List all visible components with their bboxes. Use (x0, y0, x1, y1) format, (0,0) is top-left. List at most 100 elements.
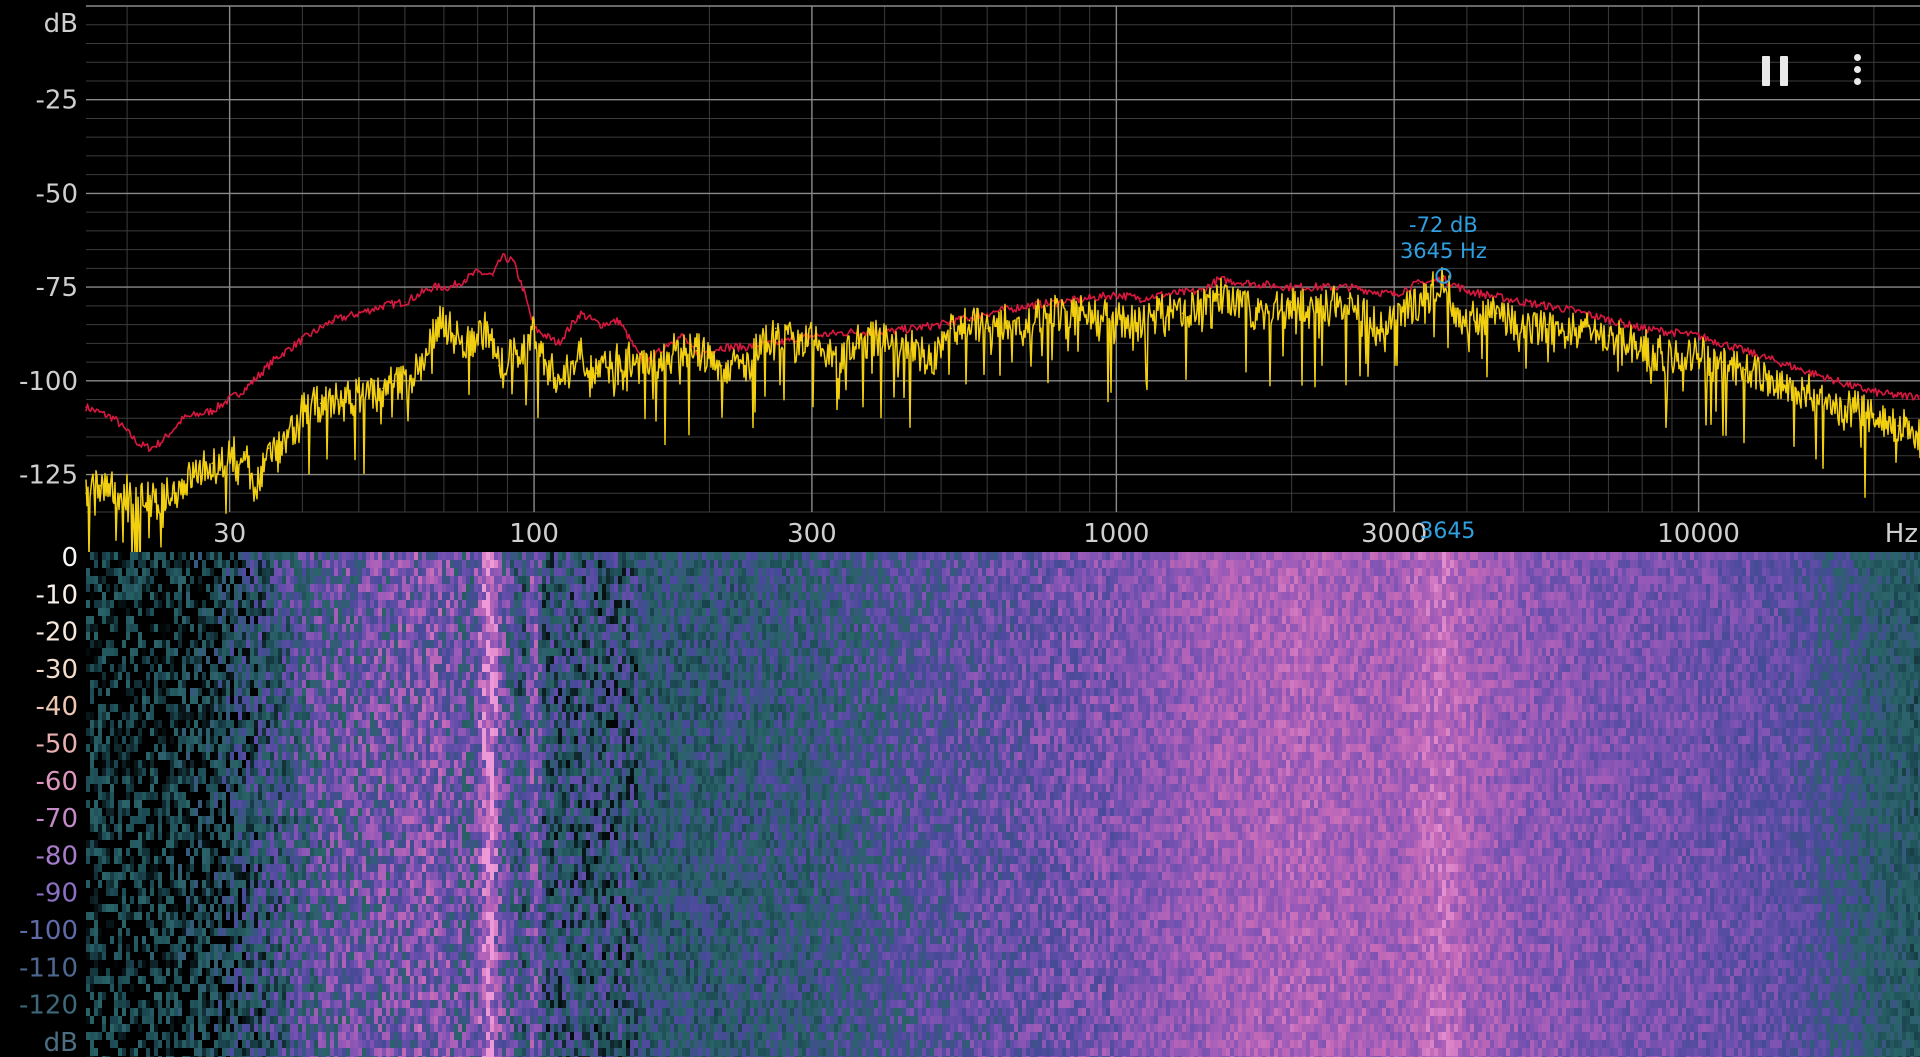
spectrogram-cell (86, 816, 90, 824)
spectrogram-cell (94, 640, 98, 648)
spectrogram-cell (102, 992, 106, 1000)
spectrum-point (229, 455, 231, 457)
spectrogram-cell (98, 960, 102, 968)
spectrogram-cell (98, 864, 102, 872)
spectrogram-cell (122, 640, 126, 648)
spectrogram-cell (106, 880, 110, 888)
spectrogram-cell (146, 664, 150, 672)
spectrum-point (940, 324, 942, 326)
spectrogram-cell (86, 608, 90, 616)
spectrogram-cell (130, 720, 134, 728)
spectrogram-cell (106, 776, 110, 784)
spectrogram-cell (154, 920, 158, 928)
spectrogram-cell (110, 872, 114, 880)
spectrogram-cell (98, 696, 102, 704)
spectrogram-cell (122, 624, 126, 632)
spectrogram-cell (154, 800, 158, 808)
spectrogram-cell (146, 920, 150, 928)
spectrogram-cell (134, 824, 138, 832)
spectrogram-cell (134, 856, 138, 864)
spectrogram-cell (90, 832, 94, 840)
spectrogram-cell (122, 1048, 126, 1056)
spectrogram-cell (90, 640, 94, 648)
spectrogram-cell (102, 896, 106, 904)
spectrogram-cell (138, 904, 142, 912)
spectrogram-cell (98, 568, 102, 576)
spectrogram-cell (98, 760, 102, 768)
spectrogram-cell (154, 792, 158, 800)
spectrogram-cell (90, 896, 94, 904)
spectrum-y-tick-label: -125 (19, 461, 78, 491)
spectrogram-cell (86, 696, 90, 704)
spectrogram-cell (142, 1008, 146, 1016)
spectrum-point (1744, 350, 1746, 352)
spectrogram-cell (126, 1016, 130, 1024)
spectrum-point (523, 290, 525, 292)
spectrogram-cell (138, 1000, 142, 1008)
spectrogram-cell (134, 616, 138, 624)
spectrogram-cell (142, 904, 146, 912)
spectrogram-cell (114, 832, 118, 840)
spectrogram-cell (154, 976, 158, 984)
spectrum-point (562, 380, 564, 382)
spectrogram-cell (110, 896, 114, 904)
spectrum-x-unit: Hz (1885, 519, 1918, 549)
spectrogram-cell (118, 832, 122, 840)
spectrum-point (1089, 309, 1091, 311)
spectrogram-cell (138, 576, 142, 584)
spectrogram-cell (102, 832, 106, 840)
spectrogram-cell (154, 648, 158, 656)
spectrogram-cell (142, 976, 146, 984)
spectrogram-cell (86, 568, 90, 576)
spectrogram-cell (110, 784, 114, 792)
spectrogram-cell (114, 856, 118, 864)
spectrum-point (1800, 369, 1802, 371)
spectrogram-cell (86, 968, 90, 976)
spectrogram-cell (130, 1040, 134, 1048)
spectrogram-cell (98, 816, 102, 824)
spectrogram-cell (126, 584, 130, 592)
spectrogram-cell (130, 888, 134, 896)
spectrogram-cell (122, 912, 126, 920)
spectrogram-cell (98, 656, 102, 664)
spectrum-point (1453, 305, 1455, 307)
spectrogram-cell (90, 632, 94, 640)
spectrogram-cell (118, 944, 122, 952)
spectrum-point (636, 361, 638, 363)
spectrogram-cell (150, 800, 154, 808)
spectrogram-cell (102, 1032, 106, 1040)
spectrogram-cell (134, 592, 138, 600)
spectrogram-cell (138, 872, 142, 880)
spectrogram-cell (130, 864, 134, 872)
spectrogram-cell (150, 1048, 154, 1056)
spectrogram-cell (130, 824, 134, 832)
spectrogram-cell (102, 648, 106, 656)
spectrogram-cell (126, 960, 130, 968)
spectrogram-cell (102, 616, 106, 624)
spectrogram-cell (134, 576, 138, 584)
spectrogram-cell (86, 1032, 90, 1040)
spectrogram-cell (134, 1048, 138, 1056)
spectrogram-cell (102, 904, 106, 912)
spectrogram-cell (154, 928, 158, 936)
spectrogram-cell (110, 808, 114, 816)
spectrogram-cell (118, 696, 122, 704)
spectrum-point (523, 350, 525, 352)
spectrogram-cell (150, 704, 154, 712)
spectrogram-cell (86, 768, 90, 776)
spectrogram-cell (106, 952, 110, 960)
spectrogram-cell (118, 808, 122, 816)
spectrogram-cell (122, 1024, 126, 1032)
spectrum-point (1347, 298, 1349, 300)
spectrogram-cell (138, 560, 142, 568)
spectrogram-cell (90, 760, 94, 768)
spectrogram-cell (146, 904, 150, 912)
spectrogram-cell (98, 608, 102, 616)
spectrogram-cell (142, 952, 146, 960)
spectrogram-cell (154, 672, 158, 680)
spectrogram-cell (98, 592, 102, 600)
spectrogram-cell (130, 728, 134, 736)
spectrogram-cell (134, 736, 138, 744)
spectrogram-cell (122, 672, 126, 680)
spectrogram-cell (126, 912, 130, 920)
